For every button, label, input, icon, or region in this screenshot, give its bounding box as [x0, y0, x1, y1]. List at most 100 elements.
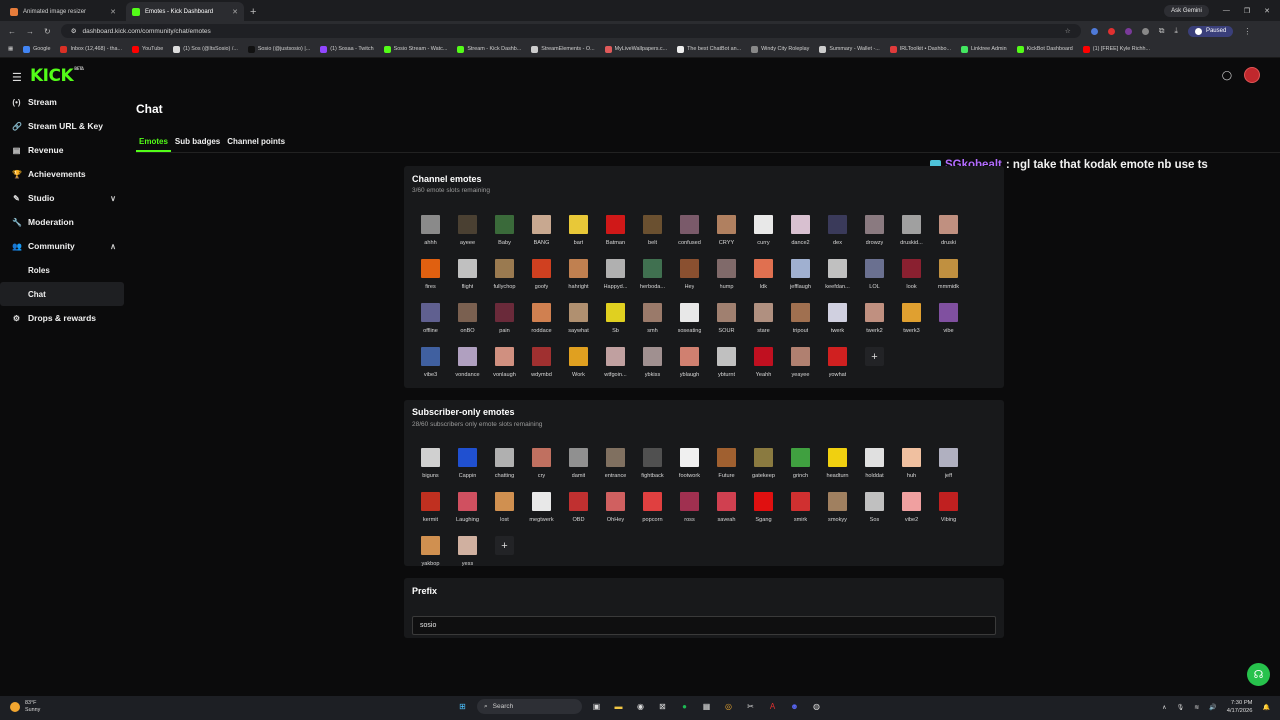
emote-item[interactable]: herboda... [634, 255, 671, 299]
emote-item[interactable]: lost [486, 488, 523, 532]
close-window-icon[interactable]: ✕ [1264, 7, 1270, 15]
emote-item[interactable]: grinch [782, 444, 819, 488]
bookmark-item[interactable]: (1) Sos (@ItsSosio) /... [173, 45, 238, 53]
ask-gemini-button[interactable]: Ask Gemini [1164, 4, 1209, 17]
notifications-bell-icon[interactable]: 🔔 [1263, 704, 1270, 711]
emote-item[interactable]: yakbop [412, 532, 449, 576]
downloads-icon[interactable]: ⤓ [1174, 26, 1178, 36]
emote-item[interactable]: headturn [819, 444, 856, 488]
emote-item[interactable]: fullychop [486, 255, 523, 299]
emote-item[interactable]: chatting [486, 444, 523, 488]
emote-item[interactable]: curry [745, 211, 782, 255]
emote-item[interactable]: fightback [634, 444, 671, 488]
emote-item[interactable]: vondance [449, 343, 486, 387]
emote-item[interactable]: Work [560, 343, 597, 387]
emote-item[interactable]: Sos [856, 488, 893, 532]
emote-item[interactable]: Batman [597, 211, 634, 255]
emote-item[interactable]: wtfgoin... [597, 343, 634, 387]
emote-item[interactable]: ldk [745, 255, 782, 299]
obs-icon[interactable]: ◍ [809, 699, 824, 714]
sidebar-item-stream[interactable]: (•) Stream [0, 90, 128, 114]
emote-item[interactable]: druskid... [893, 211, 930, 255]
bookmark-item[interactable]: (1) [FREE] Kyle Richh... [1082, 45, 1150, 53]
emote-item[interactable]: OhHey [597, 488, 634, 532]
chrome-icon[interactable]: ◎ [721, 699, 736, 714]
file-explorer-icon[interactable]: ▬ [611, 699, 626, 714]
emote-item[interactable]: tripout [782, 299, 819, 343]
browser-tab-resizer[interactable]: Animated image resizer ✕ [4, 2, 122, 21]
taskbar-search[interactable]: ⌕ Search [477, 699, 582, 714]
emote-item[interactable]: biguns [412, 444, 449, 488]
emote-item[interactable]: twerk3 [893, 299, 930, 343]
capcut-icon[interactable]: ✂ [743, 699, 758, 714]
emote-item[interactable]: jefflaugh [782, 255, 819, 299]
sidebar-item-drops-rewards[interactable]: ⚙ Drops & rewards [0, 306, 128, 330]
reload-icon[interactable]: ↻ [44, 27, 51, 36]
emote-item[interactable]: Baby [486, 211, 523, 255]
bookmark-item[interactable]: Windy City Roleplay [751, 45, 809, 53]
emote-item[interactable]: holddat [856, 444, 893, 488]
emote-item[interactable]: Happyd... [597, 255, 634, 299]
hamburger-menu-icon[interactable]: ☰ [12, 71, 22, 84]
emote-item[interactable]: bart [560, 211, 597, 255]
emote-item[interactable]: Vibing [930, 488, 967, 532]
sidebar-item-achievements[interactable]: 🏆 Achievements [0, 162, 128, 186]
clock[interactable]: 7:30 PM 4/17/2026 [1227, 699, 1253, 715]
emote-item[interactable]: wdymbd [523, 343, 560, 387]
bookmark-item[interactable]: (1) Sosaa - Twitch [320, 45, 374, 53]
support-chat-button[interactable]: ☊ [1247, 663, 1270, 686]
emote-item[interactable]: dance2 [782, 211, 819, 255]
sidebar-item-roles[interactable]: Roles [0, 258, 128, 282]
profile-button[interactable]: Paused [1187, 25, 1234, 37]
emote-item[interactable]: offline [412, 299, 449, 343]
emote-item[interactable]: damit [560, 444, 597, 488]
weather-widget[interactable]: 83°F Sunny [10, 700, 40, 714]
emote-item[interactable]: look [893, 255, 930, 299]
emote-item[interactable]: kermit [412, 488, 449, 532]
bookmark-item[interactable]: Inbox (12,468) - tha... [60, 45, 122, 53]
back-icon[interactable]: ← [8, 27, 16, 36]
microphone-icon[interactable]: 🎙 [1177, 704, 1185, 711]
forward-icon[interactable]: → [26, 27, 34, 36]
emote-item[interactable]: jeff [930, 444, 967, 488]
emote-item[interactable]: vonlaugh [486, 343, 523, 387]
bookmark-item[interactable]: IRLToolkit • Dashbo... [889, 45, 951, 53]
emote-item[interactable]: ybkiss [634, 343, 671, 387]
emote-item[interactable]: Hey [671, 255, 708, 299]
emote-item[interactable]: Sgang [745, 488, 782, 532]
adobe-icon[interactable]: A [765, 699, 780, 714]
emote-item[interactable]: saveah [708, 488, 745, 532]
close-tab-icon[interactable]: ✕ [232, 8, 238, 16]
emote-item[interactable]: vibe3 [412, 343, 449, 387]
tray-chevron-up-icon[interactable]: ∧ [1162, 704, 1166, 711]
emote-item[interactable]: flight [449, 255, 486, 299]
add-emote-button[interactable]: + [856, 343, 893, 387]
emote-item[interactable]: SOUR [708, 299, 745, 343]
add-emote-button[interactable]: + [486, 532, 523, 576]
sidebar-item-chat[interactable]: Chat [0, 282, 124, 306]
emote-item[interactable]: saywhat [560, 299, 597, 343]
store-icon[interactable]: ▦ [699, 699, 714, 714]
emote-item[interactable]: footwork [671, 444, 708, 488]
bookmark-item[interactable]: Stream - Kick Dashb... [457, 45, 521, 53]
emote-item[interactable]: vibe [930, 299, 967, 343]
menu-kebab-icon[interactable]: ⋮ [1243, 27, 1251, 36]
volume-icon[interactable]: 🔊 [1209, 704, 1216, 711]
chat-bubble-icon[interactable]: ◯ [1222, 70, 1232, 81]
emote-item[interactable]: confused [671, 211, 708, 255]
prefix-input[interactable]: sosio [412, 616, 996, 635]
emote-item[interactable]: roddace [523, 299, 560, 343]
emote-item[interactable]: yblaugh [671, 343, 708, 387]
emote-item[interactable]: Laughing [449, 488, 486, 532]
bookmark-item[interactable]: The best ChatBot an... [677, 45, 741, 53]
emote-item[interactable]: twerk [819, 299, 856, 343]
emote-item[interactable]: belt [634, 211, 671, 255]
emote-item[interactable]: OBD [560, 488, 597, 532]
new-tab-icon[interactable]: + [250, 2, 256, 21]
emote-item[interactable]: BANG [523, 211, 560, 255]
emote-item[interactable]: cry [523, 444, 560, 488]
emote-item[interactable]: pain [486, 299, 523, 343]
windows-start-icon[interactable]: ⊞ [455, 699, 470, 714]
emote-item[interactable]: fires [412, 255, 449, 299]
emote-item[interactable]: goofy [523, 255, 560, 299]
